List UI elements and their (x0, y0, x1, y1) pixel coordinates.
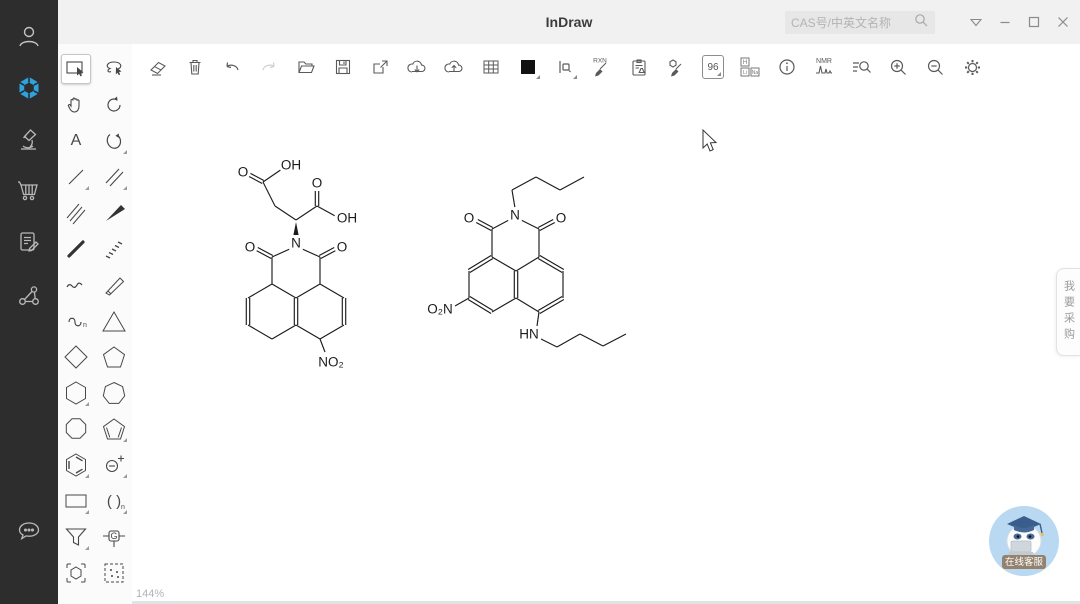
tool-bond-wedge-solid[interactable] (99, 198, 129, 228)
support-widget[interactable]: 在线客服 (988, 505, 1060, 577)
tool-bond-bold[interactable] (61, 234, 91, 264)
tool-bond-single[interactable] (61, 162, 91, 192)
tool-ring-cyclopentadiene[interactable] (99, 414, 129, 444)
tool-bond-wedge-hollow[interactable] (99, 270, 129, 300)
atom-label: O (238, 165, 249, 180)
molecule-1: O OH O OH N O O NO₂ (235, 155, 360, 373)
tool-filter-funnel[interactable] (61, 522, 91, 552)
atom-label: N (510, 208, 520, 223)
svg-text:n: n (83, 322, 87, 329)
atom-label: O (337, 240, 348, 255)
molecule-2: N O O O₂N HN (424, 176, 627, 348)
tool-shape-rectangle[interactable] (61, 486, 91, 516)
tool-bond-hash[interactable] (99, 234, 129, 264)
text-tool-glyph: A (70, 132, 82, 149)
tool-hand[interactable] (61, 90, 91, 120)
maximize-button[interactable] (1025, 13, 1043, 31)
atom-label: N (291, 236, 301, 251)
user-icon[interactable] (7, 14, 51, 58)
atom-label: O (312, 176, 323, 191)
tool-rotate[interactable] (99, 90, 129, 120)
purchase-tab[interactable]: 我要采购 (1056, 268, 1080, 356)
tool-pattern-box[interactable] (99, 558, 129, 588)
share-network-icon[interactable] (7, 274, 51, 318)
drawing-canvas[interactable]: O OH O OH N O O NO₂ N O O O₂N HN 144% (132, 90, 1080, 604)
tool-marquee-select[interactable] (61, 54, 91, 84)
app-window: InDraw CAS号/中英文名称 RXN 96 H Li Na NMR A n… (0, 0, 1080, 604)
support-label: 在线客服 (1005, 556, 1044, 568)
experiment-icon[interactable] (7, 118, 51, 162)
tool-bond-wavy[interactable] (61, 270, 91, 300)
atom-label: O (464, 211, 475, 226)
mouse-cursor (702, 128, 718, 152)
atom-label: OH (281, 158, 301, 173)
molecules-layer: O OH O OH N O O NO₂ N O O O₂N HN (235, 128, 718, 373)
atom-label: HN (519, 327, 539, 342)
purchase-cart-icon[interactable] (7, 168, 51, 212)
tool-generic-group[interactable]: G (99, 522, 129, 552)
minimize-button[interactable] (996, 13, 1014, 31)
search-placeholder: CAS号/中英文名称 (791, 16, 892, 30)
atom-label: O (556, 211, 567, 226)
chat-icon[interactable] (7, 508, 51, 552)
titlebar: InDraw CAS号/中英文名称 (58, 0, 1080, 44)
search-icon[interactable] (913, 12, 929, 33)
tool-bond-double[interactable] (99, 162, 129, 192)
atom-label: O (245, 240, 256, 255)
purchase-tab-label: 我要采购 (1062, 280, 1075, 344)
svg-text:G: G (110, 531, 117, 541)
atom-label: O₂N (427, 302, 453, 317)
tool-ring-cyclopentane[interactable] (99, 342, 129, 372)
tool-ring-cyclohexane[interactable] (61, 378, 91, 408)
atom-label: NO₂ (318, 355, 344, 370)
notebook-icon[interactable] (7, 220, 51, 264)
tool-ring-cycloheptane[interactable] (99, 378, 129, 408)
toolbar-toggle-icon[interactable] (967, 13, 985, 31)
tool-lasso-select[interactable] (99, 54, 129, 84)
tool-ring-cyclooctane[interactable] (61, 414, 91, 444)
svg-text:( ): ( ) (107, 493, 121, 510)
tool-ring-cyclobutane[interactable] (61, 342, 91, 372)
search-input[interactable]: CAS号/中英文名称 (785, 11, 935, 34)
tool-charge[interactable] (99, 450, 129, 480)
atom-label: OH (337, 211, 357, 226)
svg-text:n: n (121, 504, 125, 511)
tool-ring-cyclopropane[interactable] (99, 306, 129, 336)
tool-polymer-repeat[interactable]: n (61, 306, 91, 336)
indraw-logo-icon[interactable] (7, 66, 51, 110)
left-dock (0, 0, 58, 604)
zoom-level-label: 144% (136, 588, 165, 600)
tool-template[interactable] (61, 558, 91, 588)
tool-ring-benzene[interactable] (61, 450, 91, 480)
tool-bond-triple[interactable] (61, 198, 91, 228)
tool-text[interactable]: A (61, 126, 91, 156)
tool-rotate-3d[interactable] (99, 126, 129, 156)
tool-palette: A n () n G (58, 44, 132, 604)
tool-brackets[interactable]: ( ) n (99, 486, 129, 516)
close-button[interactable] (1054, 13, 1072, 31)
support-mascot-icon: 在线客服 (989, 506, 1059, 576)
